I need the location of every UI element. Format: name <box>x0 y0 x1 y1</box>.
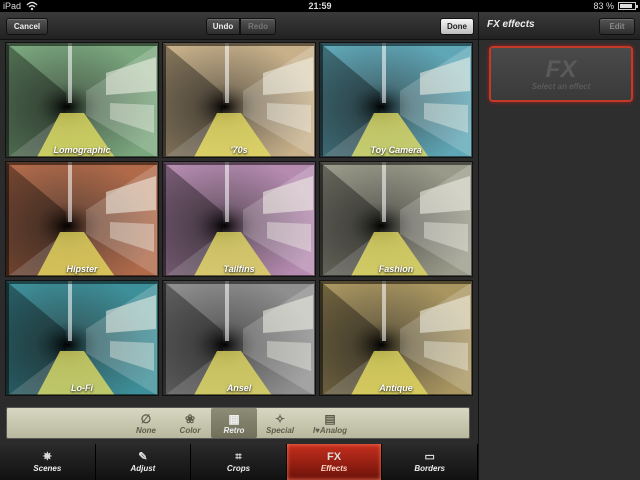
effect-label: '70s <box>230 145 248 155</box>
status-time: 21:59 <box>308 1 332 11</box>
category-label: Special <box>265 425 294 435</box>
tab-label: Scenes <box>33 464 62 473</box>
effect-preview-image <box>320 162 472 276</box>
color-icon: ❀ <box>184 411 196 426</box>
effect-label: Lo-Fi <box>71 383 93 393</box>
effect-preview-image <box>163 281 315 395</box>
effect-label: Ansel <box>226 383 252 393</box>
undo-button[interactable]: Undo <box>206 18 240 35</box>
tab-label: Adjust <box>130 464 156 473</box>
effect-preview-image <box>6 162 158 276</box>
category-color-button[interactable]: ❀ Color <box>167 408 213 438</box>
none-icon: ∅ <box>140 411 152 426</box>
effect-preview-image <box>6 43 158 157</box>
effect-label: Toy Camera <box>370 145 422 155</box>
category-none-button[interactable]: ∅ None <box>123 408 169 438</box>
battery-icon <box>618 2 638 10</box>
effect-tile[interactable]: Hipster <box>5 161 159 277</box>
tab-label: Effects <box>320 464 348 473</box>
battery-percent: 83 % <box>593 1 614 11</box>
effect-tile[interactable]: Ansel <box>162 280 316 396</box>
editor-toolbar: Cancel Undo Redo Done <box>0 12 478 40</box>
done-button[interactable]: Done <box>440 18 474 35</box>
category-label: I♥Analog <box>312 425 348 435</box>
editor-area: Cancel Undo Redo Done Lomographic '70s Toy… <box>0 12 478 480</box>
fx-card-title: FX <box>545 55 577 83</box>
effects-grid: Lomographic '70s Toy Camera Hipster Tailfins… <box>5 42 473 398</box>
category-ianalog-button[interactable]: ▤ I♥Analog <box>307 408 353 438</box>
retro-icon: ▦ <box>228 411 240 426</box>
category-special-button[interactable]: ✧ Special <box>257 408 303 438</box>
adjust-icon: ✎ <box>138 451 148 463</box>
tab-crops[interactable]: ⌗ Crops <box>191 444 287 480</box>
effect-label: Hipster <box>66 264 98 274</box>
tab-bar: ✵ Scenes ✎ Adjust ⌗ Crops FX Effects ▭ Borders <box>0 444 478 480</box>
tab-label: Crops <box>226 464 251 473</box>
status-bar: iPad 21:59 83 % <box>0 0 640 12</box>
effect-label: Fashion <box>378 264 414 274</box>
category-label: Color <box>179 425 201 435</box>
effect-tile[interactable]: Fashion <box>319 161 473 277</box>
scenes-icon: ✵ <box>42 451 52 463</box>
category-strip: ∅ None ❀ Color ▦ Retro ✧ Special ▤ I♥Analog <box>6 407 470 439</box>
effect-preview-image <box>6 281 158 395</box>
tab-borders[interactable]: ▭ Borders <box>382 444 478 480</box>
effect-label: Lomographic <box>53 145 111 155</box>
selected-effect-card[interactable]: FX Select an effect <box>489 46 633 102</box>
fx-icon: FX <box>327 451 342 463</box>
tab-effects[interactable]: FX Effects <box>286 444 383 480</box>
category-label: None <box>136 425 156 435</box>
effect-label: Antique <box>379 383 413 393</box>
effect-preview-image <box>320 281 472 395</box>
category-strip-area: ∅ None ❀ Color ▦ Retro ✧ Special ▤ I♥Analog <box>0 402 478 442</box>
effect-tile[interactable]: Lomographic <box>5 42 159 158</box>
fx-card-subtitle: Select an effect <box>531 81 591 91</box>
tab-adjust[interactable]: ✎ Adjust <box>95 444 192 480</box>
effect-preview-image <box>320 43 472 157</box>
effect-tile[interactable]: Lo-Fi <box>5 280 159 396</box>
tab-label: Borders <box>414 464 446 473</box>
borders-icon: ▭ <box>424 451 435 463</box>
special-icon: ✧ <box>274 411 286 426</box>
effect-tile[interactable]: Antique <box>319 280 473 396</box>
category-retro-button[interactable]: ▦ Retro <box>211 408 257 438</box>
fx-side-panel: FX effects Edit FX Select an effect <box>478 12 640 480</box>
effect-preview-image <box>163 162 315 276</box>
effect-tile[interactable]: Tailfins <box>162 161 316 277</box>
crops-icon: ⌗ <box>235 451 242 463</box>
effect-preview-image <box>163 43 315 157</box>
effect-tile[interactable]: Toy Camera <box>319 42 473 158</box>
edit-button[interactable]: Edit <box>599 18 635 35</box>
cancel-button[interactable]: Cancel <box>6 18 48 35</box>
side-panel-title: FX effects <box>487 19 535 30</box>
redo-button[interactable]: Redo <box>240 18 276 35</box>
battery-fill <box>620 4 632 8</box>
tab-scenes[interactable]: ✵ Scenes <box>0 444 96 480</box>
effect-tile[interactable]: '70s <box>162 42 316 158</box>
category-label: Retro <box>223 425 245 435</box>
analog-icon: ▤ <box>324 411 336 426</box>
side-panel-header: FX effects Edit <box>479 12 640 40</box>
effect-label: Tailfins <box>223 264 255 274</box>
